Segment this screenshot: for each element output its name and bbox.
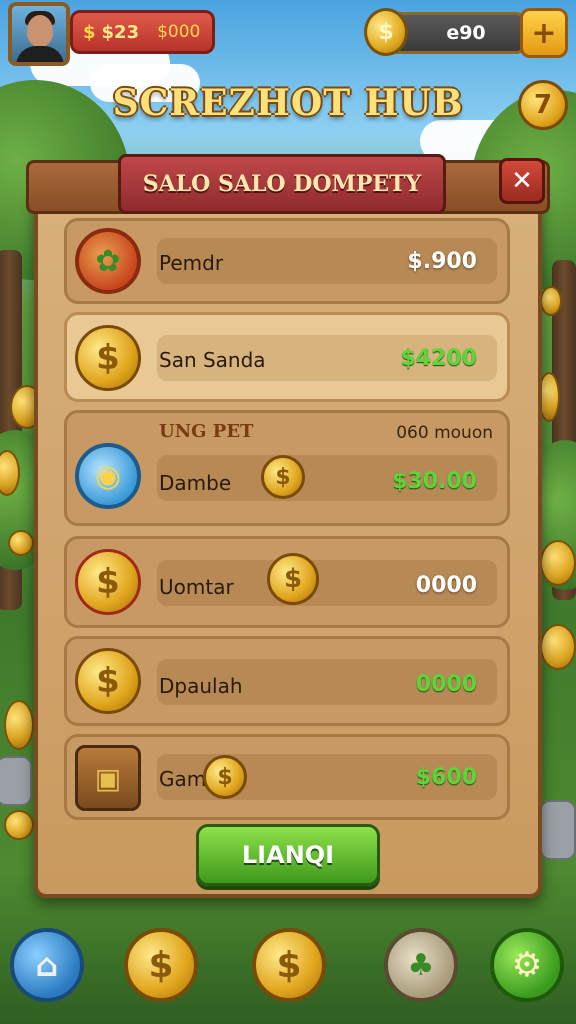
- item-subtitle: UNG PET: [159, 421, 254, 442]
- confirm-button[interactable]: LIANQI: [196, 824, 380, 886]
- item-name: San Sanda: [159, 348, 266, 372]
- page-title: SCREZHOT HUB: [112, 82, 464, 124]
- list-item[interactable]: ▣ Gam $ $600: [64, 734, 510, 820]
- side-menu-button[interactable]: 7: [518, 80, 568, 130]
- item-value: 0000: [415, 573, 477, 598]
- list-item[interactable]: $ San Sanda $4200: [64, 312, 510, 402]
- red-leaf-medal-icon: ✿: [75, 228, 141, 294]
- plus-icon: +: [531, 15, 557, 51]
- item-name: Dambe: [159, 471, 232, 495]
- item-name: Dpaulah: [159, 674, 243, 698]
- close-button[interactable]: ✕: [499, 158, 545, 204]
- gold-coin-icon: $: [75, 325, 141, 391]
- coin-icon[interactable]: $: [252, 928, 326, 1002]
- seven-icon: 7: [533, 90, 553, 120]
- item-name: Uomtar: [159, 575, 234, 599]
- item-value: $.900: [407, 249, 477, 274]
- coin-icon: $: [261, 455, 305, 499]
- gear-icon[interactable]: ⚙: [490, 928, 564, 1002]
- coin-icon: $: [267, 553, 319, 605]
- coin-counter: e90: [388, 12, 526, 54]
- list-item[interactable]: $ Dpaulah 0000: [64, 636, 510, 726]
- money-counter: $ $23 $000: [70, 10, 215, 54]
- item-value: 0000: [415, 672, 477, 697]
- coin-value: e90: [446, 22, 486, 44]
- item-duration: 060 mouon: [396, 423, 493, 443]
- close-icon: ✕: [511, 166, 533, 196]
- home-icon[interactable]: ⌂: [10, 928, 84, 1002]
- coin-icon[interactable]: $: [124, 928, 198, 1002]
- panel-title: SALO SALO DOMPETY: [118, 154, 446, 214]
- coin-icon: $: [364, 8, 408, 56]
- blue-medal-icon: ◉: [75, 443, 141, 509]
- list-item[interactable]: $ Uomtar $ 0000: [64, 536, 510, 628]
- item-value: $600: [415, 765, 477, 790]
- dollar-icon: $: [83, 21, 96, 43]
- item-value: $4200: [400, 346, 477, 371]
- player-avatar[interactable]: [8, 2, 70, 66]
- item-name: Gam: [159, 767, 207, 791]
- item-name: Pemdr: [159, 251, 224, 275]
- add-coins-button[interactable]: +: [520, 8, 568, 58]
- treasure-chest-icon: ▣: [75, 745, 141, 811]
- money-value: $23: [101, 21, 140, 43]
- list-item[interactable]: ✿ Pemdr $.900: [64, 218, 510, 304]
- item-value: $30.00: [392, 469, 477, 494]
- money-secondary-value: $000: [157, 22, 201, 42]
- gold-coin-icon: $: [75, 549, 141, 615]
- list-item[interactable]: UNG PET 060 mouon ◉ Dambe $ $30.00: [64, 410, 510, 526]
- coin-icon: $: [203, 755, 247, 799]
- card-icon[interactable]: ♣: [384, 928, 458, 1002]
- gold-coin-icon: $: [75, 648, 141, 714]
